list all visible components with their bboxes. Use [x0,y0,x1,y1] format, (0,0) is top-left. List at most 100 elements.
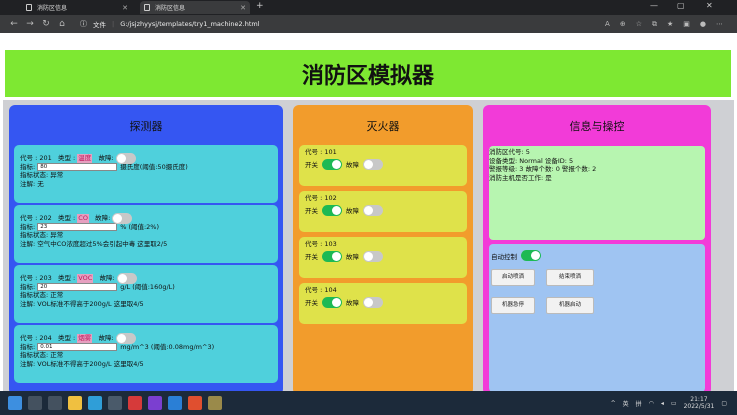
tray-chevron-icon[interactable]: ^ [611,400,616,407]
app-icon[interactable] [108,396,122,410]
close-tab-icon[interactable]: ✕ [240,4,246,12]
maximize-button[interactable]: ▢ [677,1,685,10]
battery-icon[interactable]: ▭ [671,400,677,407]
value-label: 指标: [20,342,36,351]
value-input[interactable]: 20 [37,282,118,291]
back-icon[interactable]: ← [6,19,22,29]
detector-card: 代号 : 204 类型 : 烟雾 故障: 指标: 0.01 mg/m^3 (阈值:0… [14,325,278,383]
fault-toggle[interactable] [363,159,383,170]
fault-toggle[interactable] [115,332,136,344]
machine-start-button[interactable]: 机器启动 [546,297,594,314]
stop-spray-button[interactable]: 结束喷洒 [546,269,594,286]
detector-type-label: 类型 : [57,214,76,222]
start-spray-button[interactable]: 启动喷洒 [491,269,535,286]
status-text: 指标状态: 异常 [20,171,64,179]
more-icon[interactable]: ⋯ [716,20,723,29]
value-unit: 摄氏度(阈值:50摄氏度) [120,162,188,171]
close-tab-icon[interactable]: ✕ [122,4,128,12]
refresh-icon[interactable]: ↻ [38,19,54,29]
read-aloud-icon[interactable]: A [605,20,610,29]
switch-label: 开关 [305,298,318,307]
app-icon[interactable] [208,396,222,410]
value-label: 指标: [20,162,36,171]
app-icon[interactable] [188,396,202,410]
profile-icon[interactable]: ● [700,20,706,29]
favorite-icon[interactable]: ☆ [636,20,642,29]
fault-toggle[interactable] [363,205,383,216]
detector-type: VOC [77,274,94,283]
value-input[interactable]: 80 [37,162,118,171]
emergency-stop-button[interactable]: 机器急停 [491,297,535,314]
close-window-button[interactable]: ✕ [706,1,713,10]
file-explorer-icon[interactable] [68,396,82,410]
info-icon: ⓘ [80,20,87,28]
tab-label: 消防区信息 [37,5,68,12]
fault-label: 故障: [98,334,114,342]
app-icon[interactable] [148,396,162,410]
alarm-line: 警报等级: 3 故障个数: 0 警报个数: 2 [489,165,597,173]
fault-toggle[interactable] [112,212,133,224]
windows-start-icon[interactable] [8,396,22,410]
zone-id-line: 消防区代号: 5 [489,148,530,156]
url-text: G:/jsjzhyysj/templates/try1_machine2.htm… [120,20,260,28]
detectors-panel: 探测器 代号 : 201 类型 : 温度 故障: 指标: 80 摄氏度(阈值:50摄… [9,105,283,395]
detector-id: 代号 : 204 [20,334,52,342]
forward-icon[interactable]: → [22,19,38,29]
info-box: 消防区代号: 5 设备类型: Normal 设备ID: 5 警报等级: 3 故障… [489,146,705,240]
address-bar: ← → ↻ ⌂ ⓘ 文件 | G:/jsjzhyysj/templates/tr… [0,15,737,33]
url-prefix: 文件 [93,21,106,29]
title-banner: 消防区模拟器 [5,50,731,97]
wifi-icon[interactable]: ◠ [649,400,654,407]
auto-control-label: 自动控制 [491,252,517,261]
page-icon [26,4,32,11]
fault-toggle[interactable] [115,152,136,164]
extinguisher-id: 代号 : 102 [305,194,337,202]
url-field[interactable]: ⓘ 文件 | G:/jsjzhyysj/templates/try1_machi… [80,19,260,29]
ime-lang-1[interactable]: 英 [623,399,629,408]
note-text: 注解: 无 [20,179,44,188]
fault-toggle[interactable] [363,251,383,262]
value-label: 指标: [20,282,36,291]
detector-card: 代号 : 202 类型 : CO 故障: 指标: 23% (阈值:2%) 指标状态… [14,205,278,263]
clock-date: 2022/5/31 [683,403,715,410]
switch-toggle[interactable] [322,159,342,170]
auto-control-toggle[interactable] [521,250,541,261]
browser-tab[interactable]: 消防区信息 ✕ [22,1,132,14]
fault-toggle[interactable] [363,297,383,308]
clock-time: 21:17 [690,396,708,403]
extinguishers-heading: 灭火器 [366,120,400,133]
switch-label: 开关 [305,252,318,261]
vscode-icon[interactable] [168,396,182,410]
edge-icon[interactable] [88,396,102,410]
favorites-icon[interactable]: ★ [667,20,673,29]
value-input[interactable]: 0.01 [37,342,118,351]
switch-toggle[interactable] [322,297,342,308]
new-tab-button[interactable]: + [256,1,264,11]
fault-toggle[interactable] [116,272,137,284]
detector-type: 烟雾 [77,334,93,343]
fault-label: 故障: [98,154,114,162]
minimize-button[interactable]: — [650,1,658,10]
extensions-icon[interactable]: ⧉ [652,20,657,29]
status-text: 指标状态: 正常 [20,351,64,359]
switch-toggle[interactable] [322,205,342,216]
ime-lang-2[interactable]: 拼 [636,399,642,408]
value-input[interactable]: 23 [37,222,118,231]
detector-id: 代号 : 202 [20,214,52,222]
notification-icon[interactable]: ▢ [721,400,727,407]
detector-type-label: 类型 : [57,154,76,162]
page-title: 消防区模拟器 [301,63,434,89]
fault-label: 故障 [346,160,359,169]
collections-icon[interactable]: ▣ [683,20,690,29]
browser-tab-active[interactable]: 消防区信息 ✕ [140,1,250,14]
wps-icon[interactable] [128,396,142,410]
search-icon[interactable] [28,396,42,410]
volume-icon[interactable]: ◂ [661,400,664,407]
home-icon[interactable]: ⌂ [54,19,70,29]
switch-label: 开关 [305,206,318,215]
value-unit: % (阈值:2%) [120,222,160,231]
switch-toggle[interactable] [322,251,342,262]
note-text: 注解: VOL标准不得高于200g/L 这里取4/5 [20,299,144,308]
task-view-icon[interactable] [48,396,62,410]
zoom-icon[interactable]: ⊕ [620,20,626,29]
